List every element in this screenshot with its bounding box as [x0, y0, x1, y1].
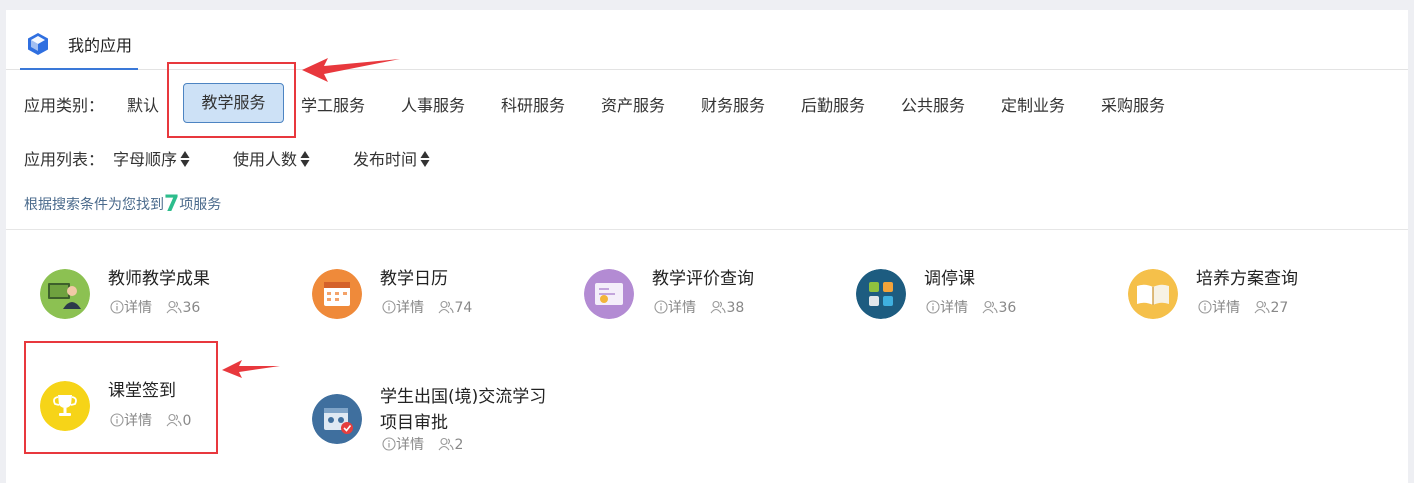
app-meta: 详情 2 — [382, 434, 463, 454]
info-icon — [654, 300, 668, 314]
sort-arrows-icon — [300, 151, 310, 167]
highlight-box-category — [167, 62, 296, 138]
tab-my-apps-label: 我的应用 — [68, 36, 133, 55]
category-finance[interactable]: 财务服务 — [701, 92, 765, 116]
app-name: 调停课 — [924, 269, 975, 289]
cube-icon — [28, 33, 48, 55]
sort-user-count-label: 使用人数 — [233, 150, 298, 169]
app-panel: 我的应用 应用类别： 默认 教学服务 学工服务 人事服务 科研服务 资产服务 财… — [6, 10, 1408, 483]
sort-arrows-icon — [180, 151, 190, 167]
book-icon — [1128, 269, 1178, 319]
detail-link[interactable]: 详情 — [382, 437, 424, 453]
list-label: 应用列表： — [24, 150, 105, 169]
user-count: 27 — [1254, 300, 1288, 316]
info-icon — [1198, 300, 1212, 314]
result-count: 7 — [164, 192, 180, 217]
annotation-arrow — [302, 58, 400, 82]
category-research[interactable]: 科研服务 — [501, 92, 565, 116]
app-meta: 详情 27 — [1198, 297, 1288, 317]
tab-bar: 我的应用 — [6, 10, 1408, 70]
user-count: 36 — [166, 300, 200, 316]
app-name: 教师教学成果 — [108, 269, 210, 289]
approval-icon — [312, 394, 362, 444]
category-custom[interactable]: 定制业务 — [1001, 92, 1065, 116]
evaluation-icon — [584, 269, 634, 319]
user-count: 74 — [438, 300, 472, 316]
category-public[interactable]: 公共服务 — [901, 92, 965, 116]
tab-my-apps[interactable]: 我的应用 — [20, 22, 138, 70]
detail-link[interactable]: 详情 — [926, 300, 968, 316]
users-icon — [439, 437, 455, 451]
info-icon — [382, 437, 396, 451]
users-icon — [167, 300, 183, 314]
user-count: 36 — [982, 300, 1016, 316]
result-summary: 根据搜索条件为您找到7项服务 — [24, 192, 221, 217]
sort-publish-time[interactable]: 发布时间 — [353, 146, 430, 170]
users-icon — [439, 300, 455, 314]
sort-arrows-icon — [420, 151, 430, 167]
users-icon — [1255, 300, 1271, 314]
result-suffix: 项服务 — [179, 197, 222, 213]
app-name: 培养方案查询 — [1196, 269, 1298, 289]
app-name: 教学评价查询 — [652, 269, 754, 289]
category-personnel[interactable]: 人事服务 — [401, 92, 465, 116]
sort-publish-time-label: 发布时间 — [353, 150, 418, 169]
detail-link[interactable]: 详情 — [382, 300, 424, 316]
annotation-arrow — [222, 360, 280, 378]
highlight-box-app — [24, 341, 218, 454]
sort-user-count[interactable]: 使用人数 — [233, 146, 310, 170]
detail-link[interactable]: 详情 — [110, 300, 152, 316]
teacher-icon — [40, 269, 90, 319]
info-icon — [110, 300, 124, 314]
apps-grid-icon — [856, 269, 906, 319]
category-procurement[interactable]: 采购服务 — [1101, 92, 1165, 116]
app-meta: 详情 38 — [654, 297, 744, 317]
result-prefix: 根据搜索条件为您找到 — [24, 197, 164, 213]
divider — [6, 229, 1408, 230]
app-name: 教学日历 — [380, 269, 448, 289]
calendar-icon — [312, 269, 362, 319]
detail-link[interactable]: 详情 — [654, 300, 696, 316]
app-meta: 详情 74 — [382, 297, 472, 317]
info-icon — [926, 300, 940, 314]
detail-link[interactable]: 详情 — [1198, 300, 1240, 316]
app-meta: 详情 36 — [110, 297, 200, 317]
category-student-affairs[interactable]: 学工服务 — [301, 92, 365, 116]
category-label: 应用类别： — [24, 96, 105, 115]
category-default[interactable]: 默认 — [127, 92, 159, 116]
sort-alphabetical-label: 字母顺序 — [113, 150, 178, 169]
user-count: 38 — [710, 300, 744, 316]
info-icon — [382, 300, 396, 314]
user-count: 2 — [438, 437, 463, 453]
sort-alphabetical[interactable]: 字母顺序 — [113, 146, 190, 170]
users-icon — [983, 300, 999, 314]
app-name: 学生出国(境)交流学习项目审批 — [380, 387, 547, 433]
category-assets[interactable]: 资产服务 — [601, 92, 665, 116]
users-icon — [711, 300, 727, 314]
category-logistics[interactable]: 后勤服务 — [801, 92, 865, 116]
app-meta: 详情 36 — [926, 297, 1016, 317]
